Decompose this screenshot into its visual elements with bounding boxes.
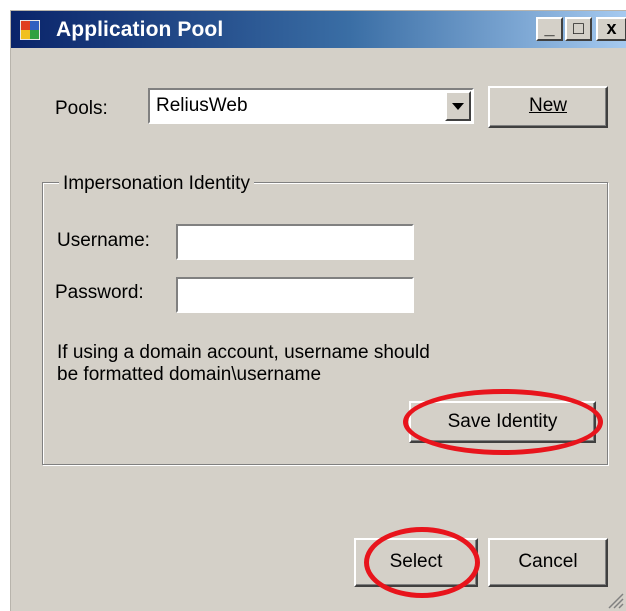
dropdown-arrow-button[interactable] — [445, 91, 471, 121]
title-bar[interactable]: Application Pool _ □ x — [11, 11, 626, 48]
new-button-label: New — [528, 95, 567, 116]
application-pool-window: Application Pool _ □ x Pools: ReliusWeb … — [10, 10, 626, 611]
domain-account-note: If using a domain account, username shou… — [57, 342, 430, 386]
save-identity-button[interactable]: Save Identity — [409, 401, 596, 443]
select-button[interactable]: Select — [354, 538, 478, 587]
maximize-icon: □ — [573, 18, 584, 38]
pools-dropdown[interactable]: ReliusWeb — [148, 88, 474, 124]
close-icon: x — [606, 18, 617, 38]
select-button-label: Select — [389, 551, 443, 572]
maximize-button[interactable]: □ — [565, 17, 592, 41]
dropdown-arrow-icon — [452, 103, 464, 110]
group-title: Impersonation Identity — [59, 173, 254, 195]
cancel-button-label: Cancel — [518, 551, 578, 572]
save-identity-label: Save Identity — [447, 411, 558, 432]
note-line-1: If using a domain account, username shou… — [57, 342, 430, 363]
new-button[interactable]: New — [488, 86, 608, 128]
username-label: Username: — [57, 230, 150, 251]
minimize-button[interactable]: _ — [536, 17, 563, 41]
cancel-button[interactable]: Cancel — [488, 538, 608, 587]
minimize-icon: _ — [544, 18, 555, 38]
window-title: Application Pool — [56, 18, 224, 41]
pools-label: Pools: — [55, 98, 108, 119]
resize-grip-icon[interactable] — [606, 591, 624, 609]
password-label: Password: — [55, 282, 144, 303]
close-button[interactable]: x — [596, 17, 626, 41]
password-field[interactable] — [176, 277, 414, 313]
note-line-2: be formatted domain\username — [57, 364, 322, 385]
pools-selected-value: ReliusWeb — [156, 95, 248, 116]
app-window-icon — [20, 20, 40, 40]
username-field[interactable] — [176, 224, 414, 260]
